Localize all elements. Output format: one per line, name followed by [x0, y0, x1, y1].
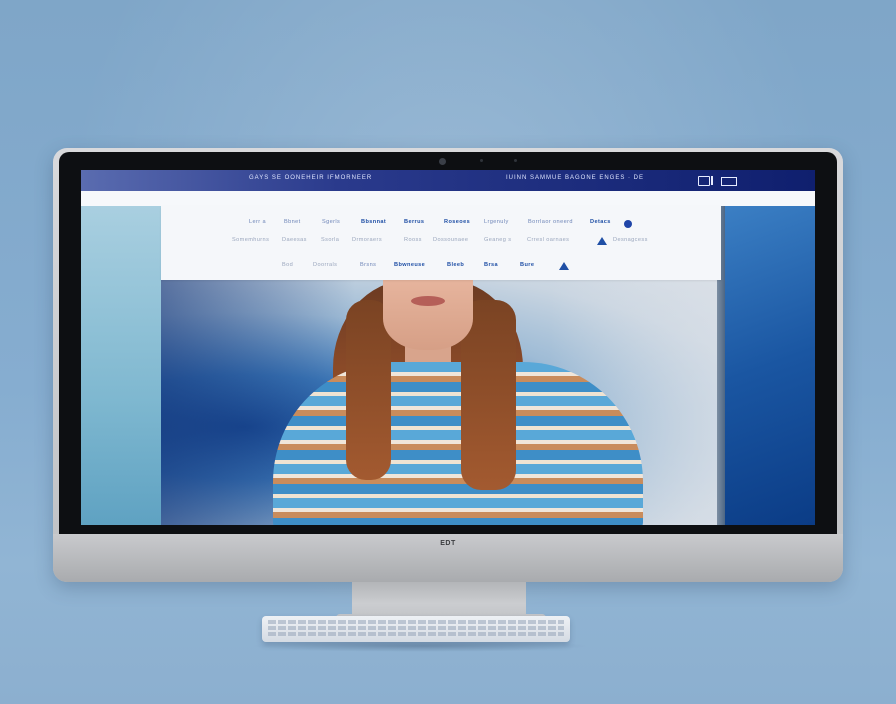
menu-item[interactable]: Lrgenuly	[484, 219, 509, 225]
menu-item[interactable]: Geaneg s	[484, 237, 511, 243]
menu-row-1: Lerr a Bbnet Sgerls Bbsnnat Berrus Roseo…	[161, 219, 721, 231]
menu-item[interactable]: Bbwneuse	[394, 262, 425, 268]
menu-item[interactable]: Desnagcess	[613, 237, 648, 243]
circle-icon[interactable]	[624, 220, 632, 228]
menu-row-2: Somemhurns Daeesas Ssorla Drmoraers Roos…	[161, 237, 721, 249]
menu-item[interactable]: Rooss	[404, 237, 422, 243]
display-icon[interactable]	[721, 177, 737, 186]
menu-item[interactable]: Dossounaee	[433, 237, 468, 243]
mega-menu: Lerr a Bbnet Sgerls Bbsnnat Berrus Roseo…	[161, 206, 721, 280]
menu-row-3: Bod Doorrals Brsns Bbwneuse Bleeb Brsa B…	[161, 262, 721, 274]
screen: GAYS SE OONEHEIR IFMORNEER IUINN SAMMUE …	[81, 170, 815, 525]
hero-photo	[161, 280, 717, 525]
divider-icon	[711, 176, 713, 185]
sensor-dot	[480, 159, 483, 162]
monitor-stand	[352, 582, 526, 618]
menu-item[interactable]: Lerr a	[249, 219, 266, 225]
menu-item[interactable]: Bod	[282, 262, 293, 268]
desk-scene: EDT GAYS SE OONEHEIR IFMORNEER IUINN SAM…	[0, 0, 896, 704]
window-icon[interactable]	[698, 176, 710, 186]
camera-icon	[439, 158, 446, 165]
menu-item[interactable]: Somemhurns	[232, 237, 269, 243]
menu-item[interactable]: Drmoraers	[352, 237, 382, 243]
model-face	[383, 280, 473, 350]
menu-item[interactable]: Ssorla	[321, 237, 339, 243]
triangle-icon[interactable]	[559, 262, 569, 270]
menu-item[interactable]: Detacs	[590, 219, 611, 225]
menu-item[interactable]: Bbnet	[284, 219, 301, 225]
menu-item[interactable]: Crresl oarnaes	[527, 237, 569, 243]
menu-item[interactable]: Doorrals	[313, 262, 337, 268]
sensor-dot	[514, 159, 517, 162]
model-lips	[411, 296, 445, 306]
site-header: GAYS SE OONEHEIR IFMORNEER IUINN SAMMUE …	[81, 170, 815, 191]
hero-section: Lerr a Bbnet Sgerls Bbsnnat Berrus Roseo…	[81, 206, 815, 525]
subheader-strip	[81, 191, 815, 206]
menu-item[interactable]: Roseoes	[444, 219, 470, 225]
left-side-panel	[81, 206, 161, 525]
right-side-panel	[725, 206, 815, 525]
keyboard-keys[interactable]	[268, 620, 564, 638]
header-nav-right[interactable]: IUINN SAMMUE BAGONE ENGES · DE	[506, 175, 644, 181]
brand-logo: EDT	[440, 540, 456, 547]
menu-item[interactable]: Brsa	[484, 262, 498, 268]
menu-item[interactable]: Bbsnnat	[361, 219, 386, 225]
menu-item[interactable]: Sgerls	[322, 219, 340, 225]
menu-item[interactable]: Berrus	[404, 219, 424, 225]
menu-item[interactable]: Bure	[520, 262, 534, 268]
striped-sweater	[273, 362, 643, 525]
menu-item[interactable]: Bleeb	[447, 262, 464, 268]
monitor-chin: EDT	[53, 534, 843, 582]
menu-item[interactable]: Brsns	[360, 262, 376, 268]
triangle-icon[interactable]	[597, 237, 607, 245]
header-nav-left[interactable]: GAYS SE OONEHEIR IFMORNEER	[249, 175, 372, 181]
menu-item[interactable]: Borrlaor oneerd	[528, 219, 573, 225]
menu-item[interactable]: Daeesas	[282, 237, 307, 243]
keyboard[interactable]	[262, 616, 570, 642]
